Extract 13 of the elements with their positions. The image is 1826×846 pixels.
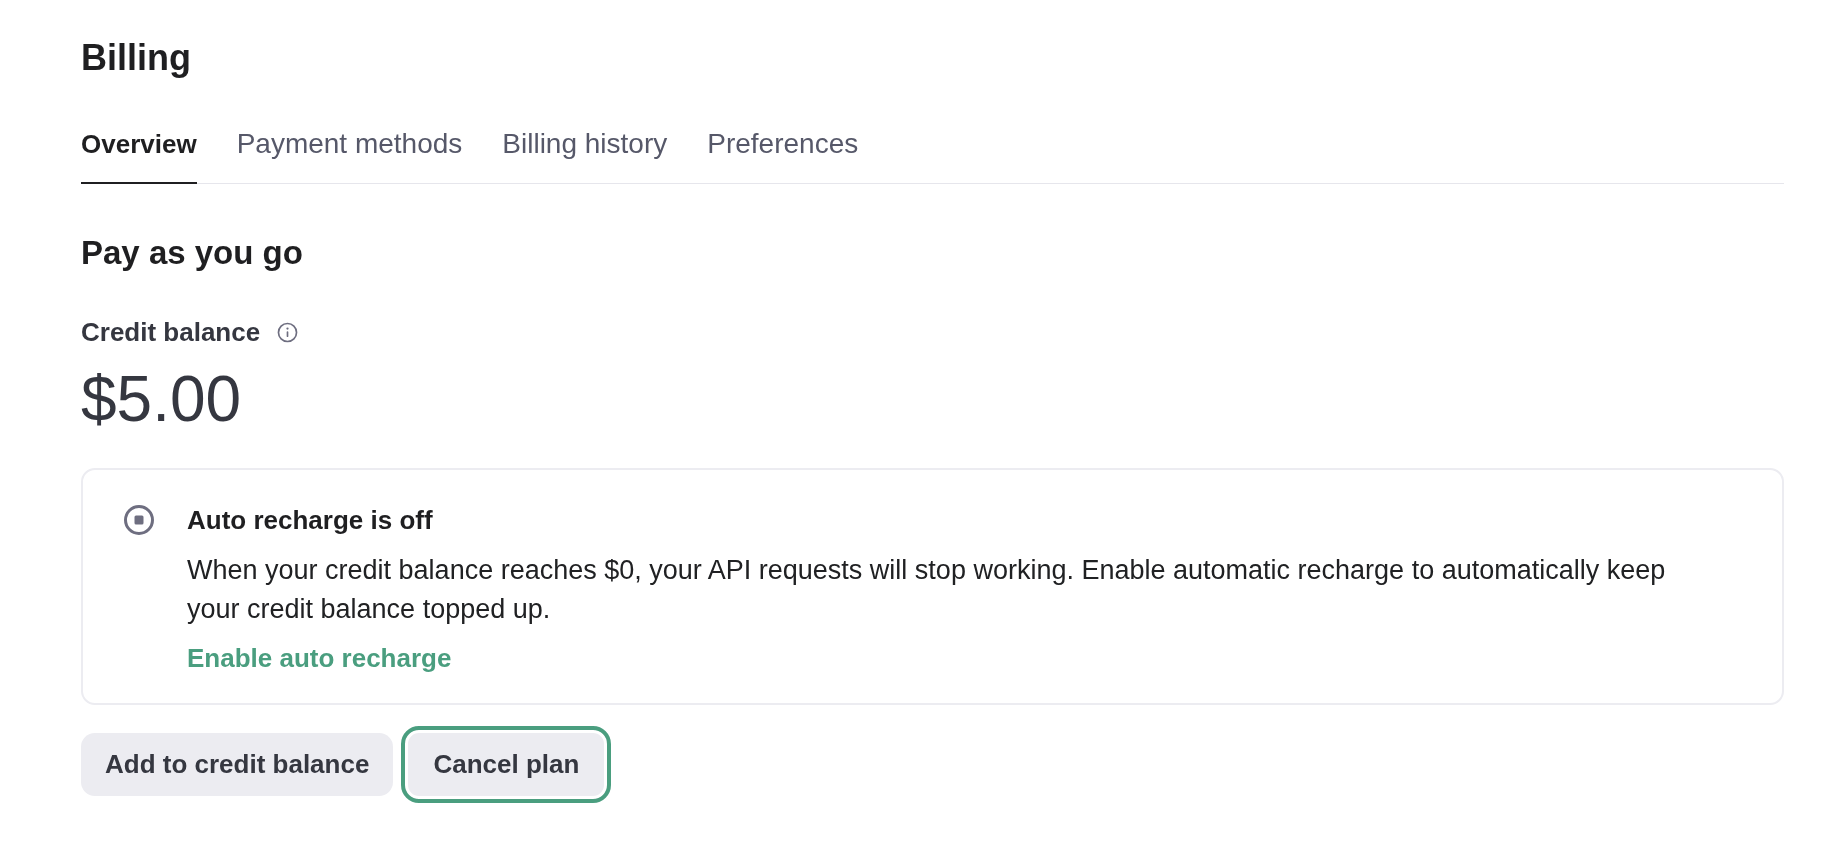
info-icon[interactable]	[277, 321, 299, 343]
card-description: When your credit balance reaches $0, your API requests will stop working. Enable automatic recharge to automatically keep your credit balance topped up.	[187, 554, 1667, 626]
cancel-plan-button[interactable]: Cancel plan	[401, 726, 612, 803]
add-credit-button[interactable]: Add to credit balance	[81, 733, 394, 796]
tab[interactable]: Overview	[81, 128, 197, 184]
balance-amount: $5.00	[81, 363, 243, 435]
tab[interactable]: Payment methods	[236, 128, 463, 184]
tab[interactable]: Billing history	[502, 128, 668, 184]
tab[interactable]: Preferences	[707, 128, 859, 184]
page-title: Billing	[81, 36, 192, 80]
card-heading: Auto recharge is off	[187, 504, 433, 537]
credit-balance-label: Credit balance	[81, 316, 261, 348]
section-heading: Pay as you go	[81, 233, 304, 273]
